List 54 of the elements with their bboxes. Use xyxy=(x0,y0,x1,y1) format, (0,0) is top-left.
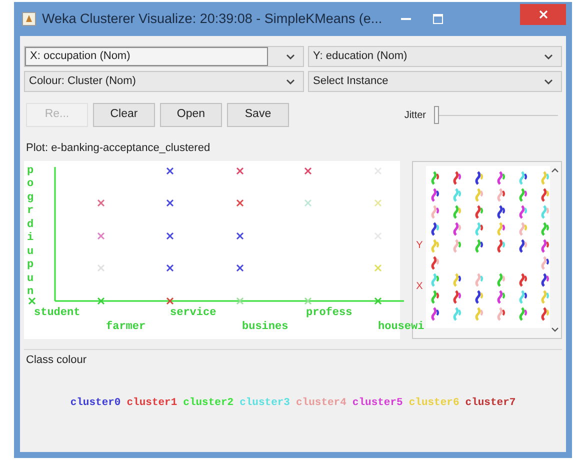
dropdown-value: Y: education (Nom) xyxy=(312,49,408,64)
matrix-x-label: X xyxy=(416,280,423,294)
y-axis-label: p xyxy=(27,164,34,178)
chevron-down-icon xyxy=(544,78,553,84)
dropdown[interactable]: X: occupation (Nom) xyxy=(24,46,304,67)
jitter-slider[interactable] xyxy=(434,106,558,124)
x-axis-label: profess xyxy=(306,306,352,320)
cluster-legend-label: cluster2 xyxy=(183,396,234,411)
close-button[interactable] xyxy=(520,4,566,25)
matrix-y-label: Y xyxy=(416,238,423,252)
chevron-down-icon xyxy=(286,54,295,60)
cluster-legend-label: cluster7 xyxy=(465,396,516,411)
x-axis-label: busines xyxy=(242,320,288,334)
x-axis-label: housewi xyxy=(378,320,424,334)
y-axis-label: u xyxy=(27,272,34,286)
app-icon xyxy=(22,12,36,26)
dropdown-value: Colour: Cluster (Nom) xyxy=(28,74,137,90)
y-axis-label: n xyxy=(27,286,34,300)
y-axis-label: r xyxy=(27,205,34,218)
slider-thumb[interactable] xyxy=(434,106,439,124)
jitter-label: Jitter xyxy=(404,108,426,122)
chevron-down-icon xyxy=(544,54,553,60)
dropdown[interactable]: Colour: Cluster (Nom) xyxy=(24,71,304,92)
toolbar-button[interactable]: Clear xyxy=(93,103,155,127)
class-colour-title: Class colour xyxy=(26,352,88,368)
cluster-legend-label: cluster3 xyxy=(240,396,290,411)
dropdown-value: Select Instance xyxy=(312,74,390,90)
dropdown-value: X: occupation (Nom) xyxy=(25,47,268,66)
x-axis-label: farmer xyxy=(106,320,146,334)
y-axis-label: u xyxy=(27,246,34,259)
dropdown[interactable]: Y: education (Nom) xyxy=(308,46,562,67)
toolbar-button[interactable]: Save xyxy=(227,103,289,127)
y-axis-label: g xyxy=(27,192,34,205)
plot-title: Plot: e-banking-acceptance_clustered xyxy=(26,141,212,156)
toolbar-button[interactable]: Open xyxy=(160,103,222,127)
y-axis-label: d xyxy=(27,218,34,232)
x-axis-label: service xyxy=(170,306,216,320)
cluster-legend-label: cluster6 xyxy=(408,396,460,411)
y-axis-label: o xyxy=(27,178,34,192)
y-axis-label: i xyxy=(27,232,34,246)
x-axis-label: student xyxy=(34,306,80,320)
cluster-legend-label: cluster0 xyxy=(70,396,121,411)
window-title: Weka Clusterer Visualize: 20:39:08 - SimpleKMeans (e... xyxy=(42,10,382,28)
chevron-down-icon xyxy=(286,78,295,84)
cluster-legend-label: cluster1 xyxy=(126,396,178,411)
scroll-up-icon[interactable] xyxy=(551,168,560,172)
y-axis-label: p xyxy=(27,259,34,272)
dropdown[interactable]: Select Instance xyxy=(308,71,562,92)
maximize-icon xyxy=(433,14,444,24)
cluster-legend-label: cluster4 xyxy=(296,396,346,411)
scroll-down-icon[interactable] xyxy=(551,326,560,332)
minimize-icon xyxy=(401,18,412,20)
close-icon xyxy=(538,10,548,19)
cluster-legend-label: cluster5 xyxy=(352,396,403,411)
